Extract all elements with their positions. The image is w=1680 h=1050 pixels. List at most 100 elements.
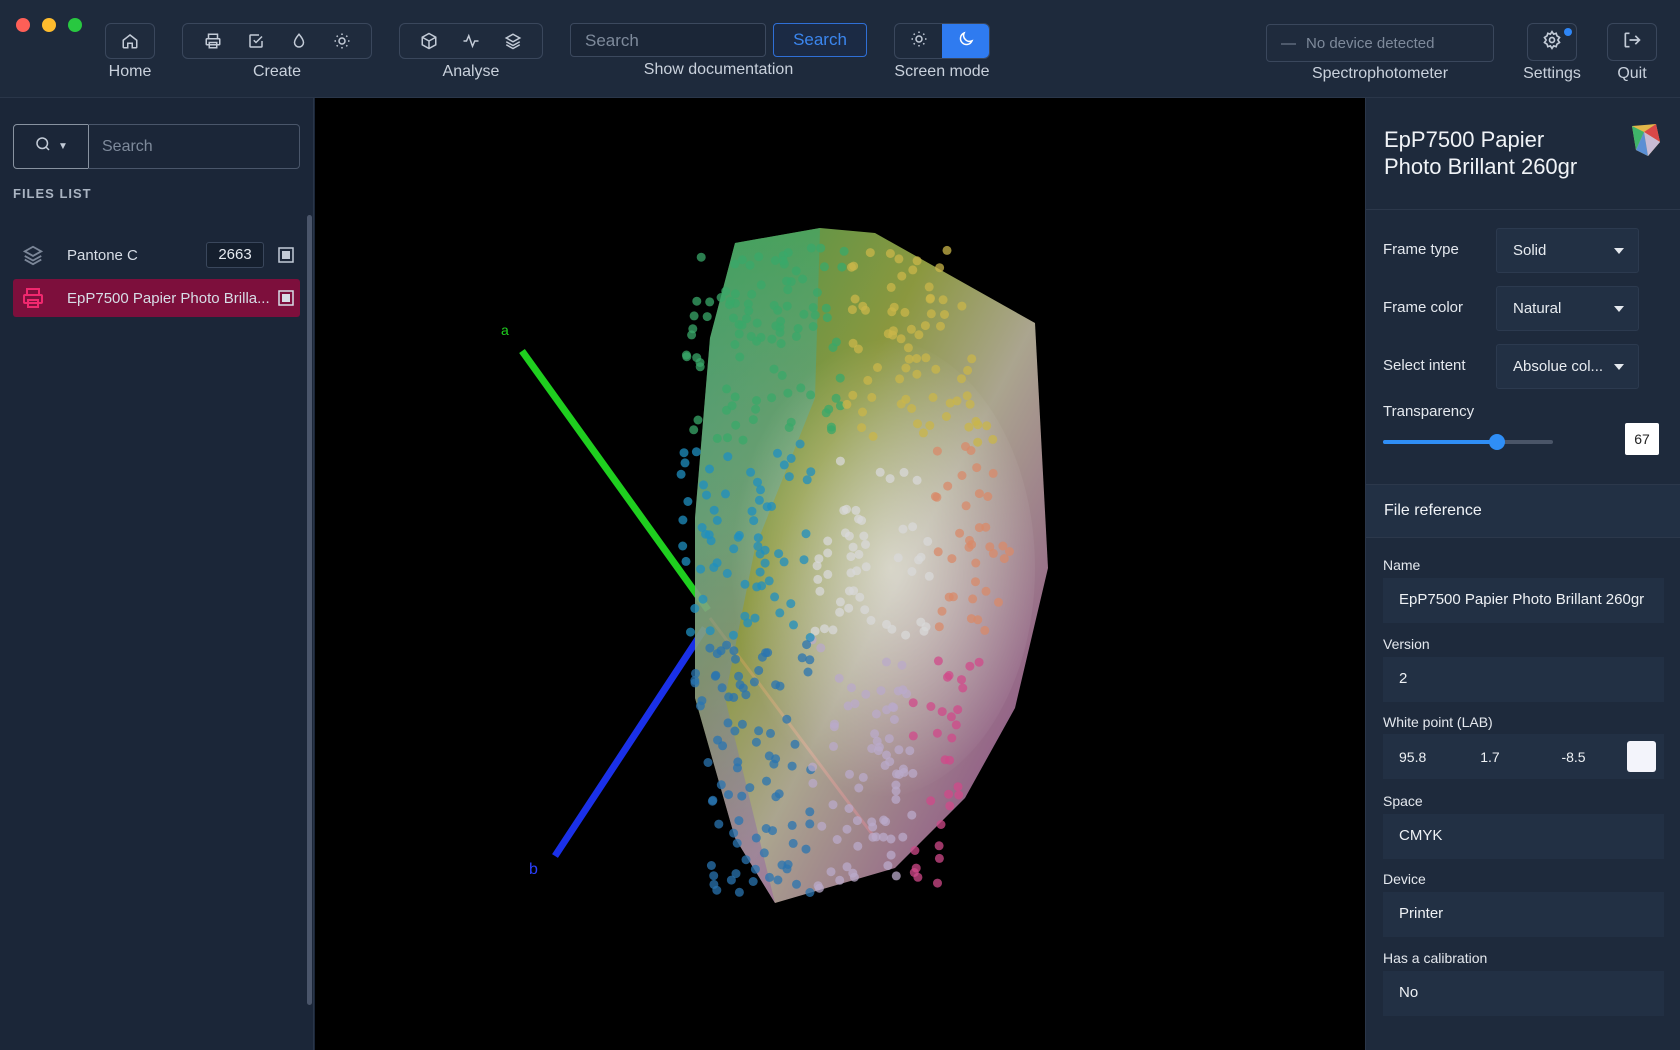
- space-field[interactable]: CMYK: [1383, 814, 1664, 859]
- sample-point: [891, 871, 901, 881]
- sample-point: [757, 652, 767, 662]
- sample-point: [776, 339, 786, 349]
- settings-button[interactable]: [1527, 23, 1577, 61]
- sample-point: [788, 838, 798, 848]
- sample-point: [889, 302, 899, 312]
- sample-point: [791, 266, 801, 276]
- file-reference-header: File reference: [1366, 484, 1680, 538]
- documentation-search-input[interactable]: Search: [570, 23, 766, 57]
- transparency-value[interactable]: 67: [1625, 423, 1659, 455]
- file-count-badge: 2663: [206, 242, 264, 268]
- sample-point: [773, 875, 783, 885]
- sample-point: [924, 571, 934, 581]
- sample-point: [820, 624, 829, 634]
- sample-point: [847, 683, 856, 693]
- sample-point: [971, 577, 980, 587]
- sample-point: [965, 399, 975, 409]
- sample-point: [934, 841, 944, 851]
- sample-point: [871, 709, 881, 719]
- transparency-slider-thumb[interactable]: [1488, 434, 1505, 450]
- activity-icon[interactable]: [457, 27, 485, 55]
- checkbox-icon[interactable]: [242, 27, 270, 55]
- sample-point: [911, 863, 921, 873]
- name-field[interactable]: EpP7500 Papier Photo Brillant 260gr: [1383, 578, 1664, 623]
- sample-point: [882, 657, 891, 667]
- sample-point: [886, 850, 896, 860]
- file-toggle-checkbox[interactable]: [272, 290, 300, 306]
- sample-point: [839, 246, 849, 256]
- printer-icon: [13, 286, 53, 310]
- printer-icon[interactable]: [199, 27, 227, 55]
- sample-point: [999, 554, 1009, 564]
- sample-point: [900, 307, 910, 317]
- sample-point: [965, 661, 975, 671]
- sun-icon[interactable]: [328, 27, 356, 55]
- quit-button[interactable]: [1607, 23, 1657, 61]
- sidebar-scrollbar[interactable]: [307, 215, 312, 1005]
- version-field[interactable]: 2: [1383, 657, 1664, 702]
- sample-point: [861, 540, 870, 549]
- window-zoom-button[interactable]: [68, 18, 82, 32]
- file-row-epp7500[interactable]: EpP7500 Papier Photo Brilla...: [13, 279, 300, 317]
- frame-color-select[interactable]: Natural: [1496, 286, 1639, 331]
- search-filter-button[interactable]: ▼: [13, 124, 89, 169]
- sample-point: [898, 685, 908, 695]
- sample-point: [725, 296, 735, 306]
- light-mode-button[interactable]: [895, 24, 942, 58]
- file-toggle-checkbox[interactable]: [272, 247, 300, 263]
- sample-point: [916, 617, 926, 627]
- home-button[interactable]: [105, 23, 155, 59]
- files-search-input[interactable]: Search: [88, 124, 300, 169]
- dark-mode-button[interactable]: [942, 24, 989, 58]
- sample-point: [730, 340, 740, 349]
- window-close-button[interactable]: [16, 18, 30, 32]
- sample-point: [693, 415, 703, 425]
- calibration-field[interactable]: No: [1383, 971, 1664, 1016]
- sample-point: [676, 469, 686, 479]
- sample-point: [740, 579, 750, 589]
- sample-point: [777, 370, 787, 380]
- sample-point: [710, 671, 720, 681]
- gamut-icon[interactable]: [415, 27, 443, 55]
- sample-point: [981, 522, 991, 532]
- window-minimize-button[interactable]: [42, 18, 56, 32]
- screen-mode-toggle: [894, 23, 990, 59]
- show-documentation-label: Show documentation: [643, 61, 794, 78]
- sample-point: [850, 294, 860, 304]
- sample-point: [826, 867, 836, 877]
- gamut-3d-viewer[interactable]: a b: [315, 98, 1365, 1050]
- sample-point: [935, 263, 945, 273]
- sample-point: [745, 783, 755, 793]
- sample-point: [702, 490, 711, 500]
- a-axis-line: [519, 348, 711, 613]
- documentation-search-button[interactable]: Search: [773, 23, 867, 57]
- sample-point: [944, 670, 954, 680]
- analyse-group: [399, 23, 543, 59]
- sample-point: [905, 746, 915, 756]
- white-point-swatch: [1626, 741, 1657, 772]
- sample-point: [783, 860, 793, 869]
- sample-point: [681, 556, 691, 566]
- device-select[interactable]: — No device detected: [1266, 24, 1494, 62]
- sample-point: [797, 653, 807, 663]
- layers-icon[interactable]: [499, 27, 527, 55]
- sample-point: [942, 245, 952, 255]
- transparency-slider[interactable]: [1383, 434, 1553, 450]
- sample-point: [952, 396, 962, 406]
- sample-point: [858, 301, 868, 311]
- sample-point: [903, 343, 913, 353]
- file-row-pantone[interactable]: Pantone C 2663: [13, 236, 300, 274]
- sample-point: [835, 456, 845, 466]
- frame-type-select[interactable]: Solid: [1496, 228, 1639, 273]
- droplet-icon[interactable]: [285, 27, 313, 55]
- sample-point: [683, 497, 693, 506]
- sample-point: [868, 431, 878, 441]
- sample-point: [898, 524, 908, 534]
- sample-point: [933, 878, 942, 888]
- device-field[interactable]: Printer: [1383, 892, 1664, 937]
- files-list-title: FILES LIST: [13, 186, 92, 201]
- intent-select[interactable]: Absolue col...: [1496, 344, 1639, 389]
- sample-point: [802, 475, 812, 485]
- gamut-plot[interactable]: a b: [315, 98, 1365, 1050]
- sample-point: [732, 838, 742, 848]
